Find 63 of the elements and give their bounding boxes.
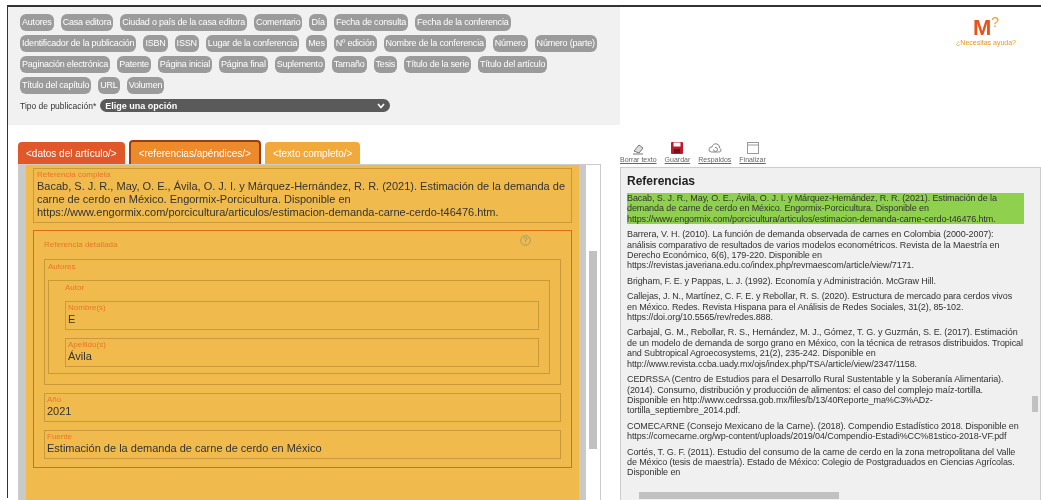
scrollbar-thumb[interactable] [639, 492, 839, 499]
scrollbar-thumb[interactable] [1032, 396, 1038, 412]
reference-entry[interactable]: Cortés, T. G. F. (2011). Estudio del consumo de la carne de cerdo en la zona metropolitana del Valle de México (tesis de maestría). Estado de México: Colegio de Postgraduados en Ciencias Agrícolas. Disponible en [627, 446, 1024, 478]
tab[interactable]: <datos del artículo/> [18, 142, 125, 164]
scrollbar-thumb[interactable] [589, 251, 597, 449]
field-tag[interactable]: Lugar de la conferencia [205, 35, 300, 52]
field-tag[interactable]: Autores [20, 14, 54, 31]
field-label: Referencia completa [37, 170, 112, 180]
tab[interactable]: <referencias/apéndices/> [128, 140, 261, 164]
reference-entry[interactable]: COMECARNE (Consejo Mexicano de la Carne). (2018). Compendio Estadístico 2018. Disponible en https://comecarne.org/wp-content/uploads/2019/04/Compendio-Estadi%CC%81stico-2018-VF.pdf [627, 420, 1024, 442]
field-tag[interactable]: Paginación electrónica [20, 56, 111, 73]
field-tag[interactable]: Título del artículo [478, 56, 548, 73]
field-label: Año [47, 395, 63, 405]
field-tag[interactable]: URL [98, 77, 120, 94]
field-value: Estimación de la demanda de carne de cerdo en México [47, 442, 323, 455]
help-icon [520, 235, 531, 246]
field-tag[interactable]: Fecha de consulta [333, 14, 409, 31]
field-tag[interactable]: Página inicial [157, 56, 213, 73]
field-tag[interactable]: Mes [306, 35, 327, 52]
reference-entry[interactable]: Brigham, F. E. y Pappas, L. J. (1992). Economía y Administración. McGraw Hill. [627, 275, 1024, 287]
field-tag[interactable]: Volumen [126, 77, 165, 94]
fieldset-label: Autor [65, 283, 86, 293]
field-tag[interactable]: ISBN [143, 35, 168, 52]
field-tag[interactable]: Número [492, 35, 528, 52]
field-tag[interactable]: Página final [219, 56, 268, 73]
field-value: E [68, 313, 77, 326]
reference-entry[interactable]: CEDRSSA (Centro de Estudios para el Desarrollo Rural Sustentable y la Soberanía Alimentaria). (2014). Consumo, distribución y producción de alimentos: el caso del complejo maíz-tortilla. Disponible en http://www.cedrssa.gob.mx/files/b/13/40Reporte_ma%C3%ADz-tortilla_septiembre_2014.pdf. [627, 374, 1024, 416]
section-heading: Referencias [627, 174, 697, 188]
field-tag[interactable]: Tesis [373, 56, 398, 73]
field-tag[interactable]: Título del capítulo [20, 77, 92, 94]
field-tag[interactable]: Comentario [253, 14, 303, 31]
tab[interactable]: <texto completo/> [264, 142, 361, 164]
logo: M$^{?}$ [972, 13, 1000, 40]
window-icon [745, 141, 760, 155]
select-field[interactable]: Elige una opción [100, 99, 391, 112]
field-label: Apellido(s) [68, 340, 107, 350]
field-tag[interactable]: Casa editora [60, 14, 114, 31]
field-value: Ávila [68, 350, 93, 363]
field-tag[interactable]: Día [309, 14, 327, 31]
field-tag[interactable]: Nombre de la conferencia [383, 35, 486, 52]
field-tag[interactable]: Identificador de la publicación [20, 35, 137, 52]
reference-entry[interactable]: Barrera, V. H. (2010). La función de demanda observada de carnes en Colombia (2000-2007): análisis comparativo de resultados de varios modelos econométricos. Revista de la Maestría en Derecho Económico, 6(6), 179-220. Disponible en https://revistas.javeriana.edu.co/index.php/revmaescom/article/view/7171. [627, 229, 1024, 271]
reference-entry[interactable]: Callejas, J. N., Martínez, C. F. E. y Rebollar, R. S. (2020). Estructura de mercado para cerdos vivos en México. Redes. Revista Hispana para el Análisis de Redes Sociales, 31(2), 85-102. https://doi.org/10.5565/rev/redes.888. [627, 291, 1024, 323]
field-label: Nombre(s) [68, 303, 107, 313]
chevron-icon [377, 102, 386, 109]
field-tag[interactable]: Ciudad o país de la casa editora [120, 14, 247, 31]
field-tag[interactable]: ISSN [174, 35, 199, 52]
field-label: Tipo de publicación* [20, 100, 97, 111]
field-tag[interactable]: Tamaño [331, 56, 367, 73]
field-tag[interactable]: Número (parte) [534, 35, 597, 52]
field-tag[interactable]: Patente [117, 56, 151, 73]
cloud-icon [707, 141, 722, 155]
field-tag[interactable]: Suplemento [274, 56, 325, 73]
reference-entry[interactable]: Bacab, S. J. R., May, O. E., Ávila, O. J. I. y Márquez-Hernández, R. R. (2021). Estimación de la demanda de carne de cerdo en México. Engormix-Porcicultura. Disponible en https://www.engormix.com/porcicultura/articulos/estimacion-demanda-carne-cerdo-t46476.htm. [627, 193, 1024, 225]
field-tag[interactable]: Fecha de la conferencia [415, 14, 511, 31]
field-value: Bacab, S. J. R., May, O. E., Ávila, O. J. I. y Márquez-Hernández, R. R. (2021). Estimación de la demanda de carne de cerdo en México. Engormix-Porcicultura. Disponible en https://www.engormix.com/porcicultura/articulos/estimacion-demanda-carne-cerdo-t46476.htm. [37, 180, 567, 219]
field-label: Fuente [47, 432, 73, 442]
field-tag[interactable]: Nº edición [333, 35, 377, 52]
fieldset-label: Autores [48, 262, 77, 272]
fieldset-label: Referencia detallada [44, 240, 118, 250]
reference-entry[interactable]: Carbajal, G. M., Rebollar, R. S., Hernández, M. J., Gómez, T. G. y Guzmán, S. E. (2017). Estimación de un modelo de demanda de sorgo grano en México, con la técnica de retrasos distribuidos. Tropical and Subtropical Agroecosystems, 21(2), 235-242. Disponible en http://www.revista.ccba.uady.mx/ojs/index.php/TSA/article/view/2347/1158. [627, 327, 1024, 370]
field-value: 2021 [47, 405, 73, 418]
field-tag[interactable]: Título de la serie [404, 56, 471, 73]
